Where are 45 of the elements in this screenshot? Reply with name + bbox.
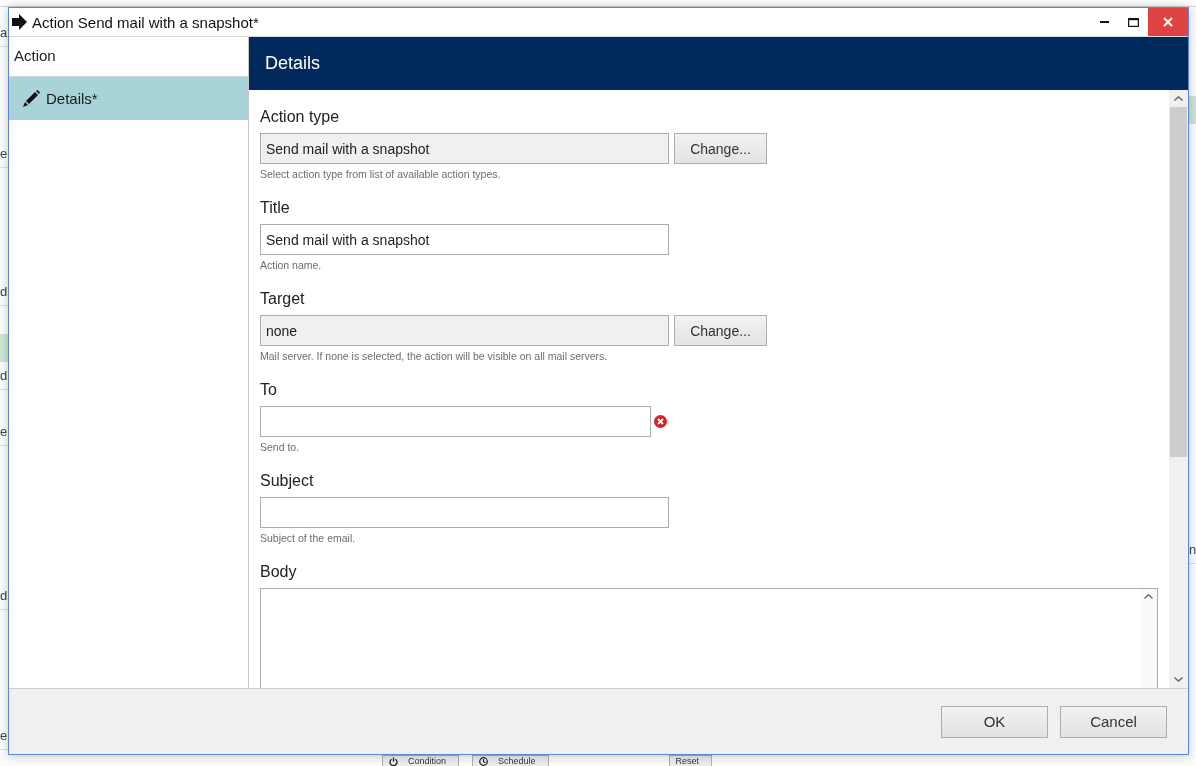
field-label: Title	[260, 198, 290, 218]
minimize-icon	[1100, 21, 1109, 23]
pencil-icon	[22, 89, 40, 108]
help-text: Subject of the email.	[260, 531, 356, 545]
change-button[interactable]: Change...	[674, 315, 767, 346]
row-text: e	[0, 423, 8, 440]
window-title: Action Send mail with a snapshot*	[32, 13, 259, 31]
row-text: e	[0, 727, 8, 744]
help-text: Action name.	[260, 258, 322, 272]
input-field[interactable]	[260, 406, 651, 437]
maximize-icon	[1128, 17, 1139, 27]
dialog-button[interactable]: Cancel	[1060, 705, 1167, 738]
panel-header: Details	[249, 37, 1188, 90]
field-label: Subject	[260, 471, 314, 491]
field-label: To	[260, 380, 277, 400]
input-field[interactable]: Send mail with a snapshot	[260, 224, 669, 255]
help-text: Select action type from list of available action types.	[260, 167, 501, 181]
toolbar-button[interactable]: Schedule	[472, 755, 549, 766]
arrow-right-icon	[12, 14, 27, 30]
field-label: Action type	[260, 107, 340, 127]
sidebar-item[interactable]: Details*	[9, 77, 248, 120]
field-label: Body	[260, 562, 297, 582]
scrollbar-thumb[interactable]	[1170, 107, 1187, 457]
field-label: Target	[260, 289, 305, 309]
scroll-up-icon	[1174, 96, 1183, 101]
dialog-button[interactable]: OK	[941, 705, 1048, 738]
clock-icon	[479, 756, 489, 766]
readonly-field[interactable]: none	[260, 315, 669, 346]
vertical-scrollbar[interactable]	[1169, 90, 1188, 688]
row-text: d	[0, 587, 8, 604]
toolbar-button[interactable]: Condition	[382, 755, 460, 766]
scroll-down-icon	[1174, 677, 1183, 682]
row-text: e	[0, 145, 8, 162]
row-text: d	[0, 283, 8, 300]
row-text: a	[0, 24, 8, 41]
power-icon	[389, 756, 398, 766]
row-text: d	[0, 367, 8, 384]
readonly-field[interactable]: Send mail with a snapshot	[260, 133, 669, 164]
help-text: Mail server. If none is selected, the action will be visible on all mail servers.	[260, 349, 608, 363]
scroll-up-icon	[1144, 594, 1153, 599]
change-button[interactable]: Change...	[674, 133, 767, 164]
help-text: Send to.	[260, 440, 300, 454]
input-field[interactable]	[260, 497, 669, 528]
row-text: n	[1189, 541, 1196, 558]
close-icon	[1163, 17, 1173, 27]
